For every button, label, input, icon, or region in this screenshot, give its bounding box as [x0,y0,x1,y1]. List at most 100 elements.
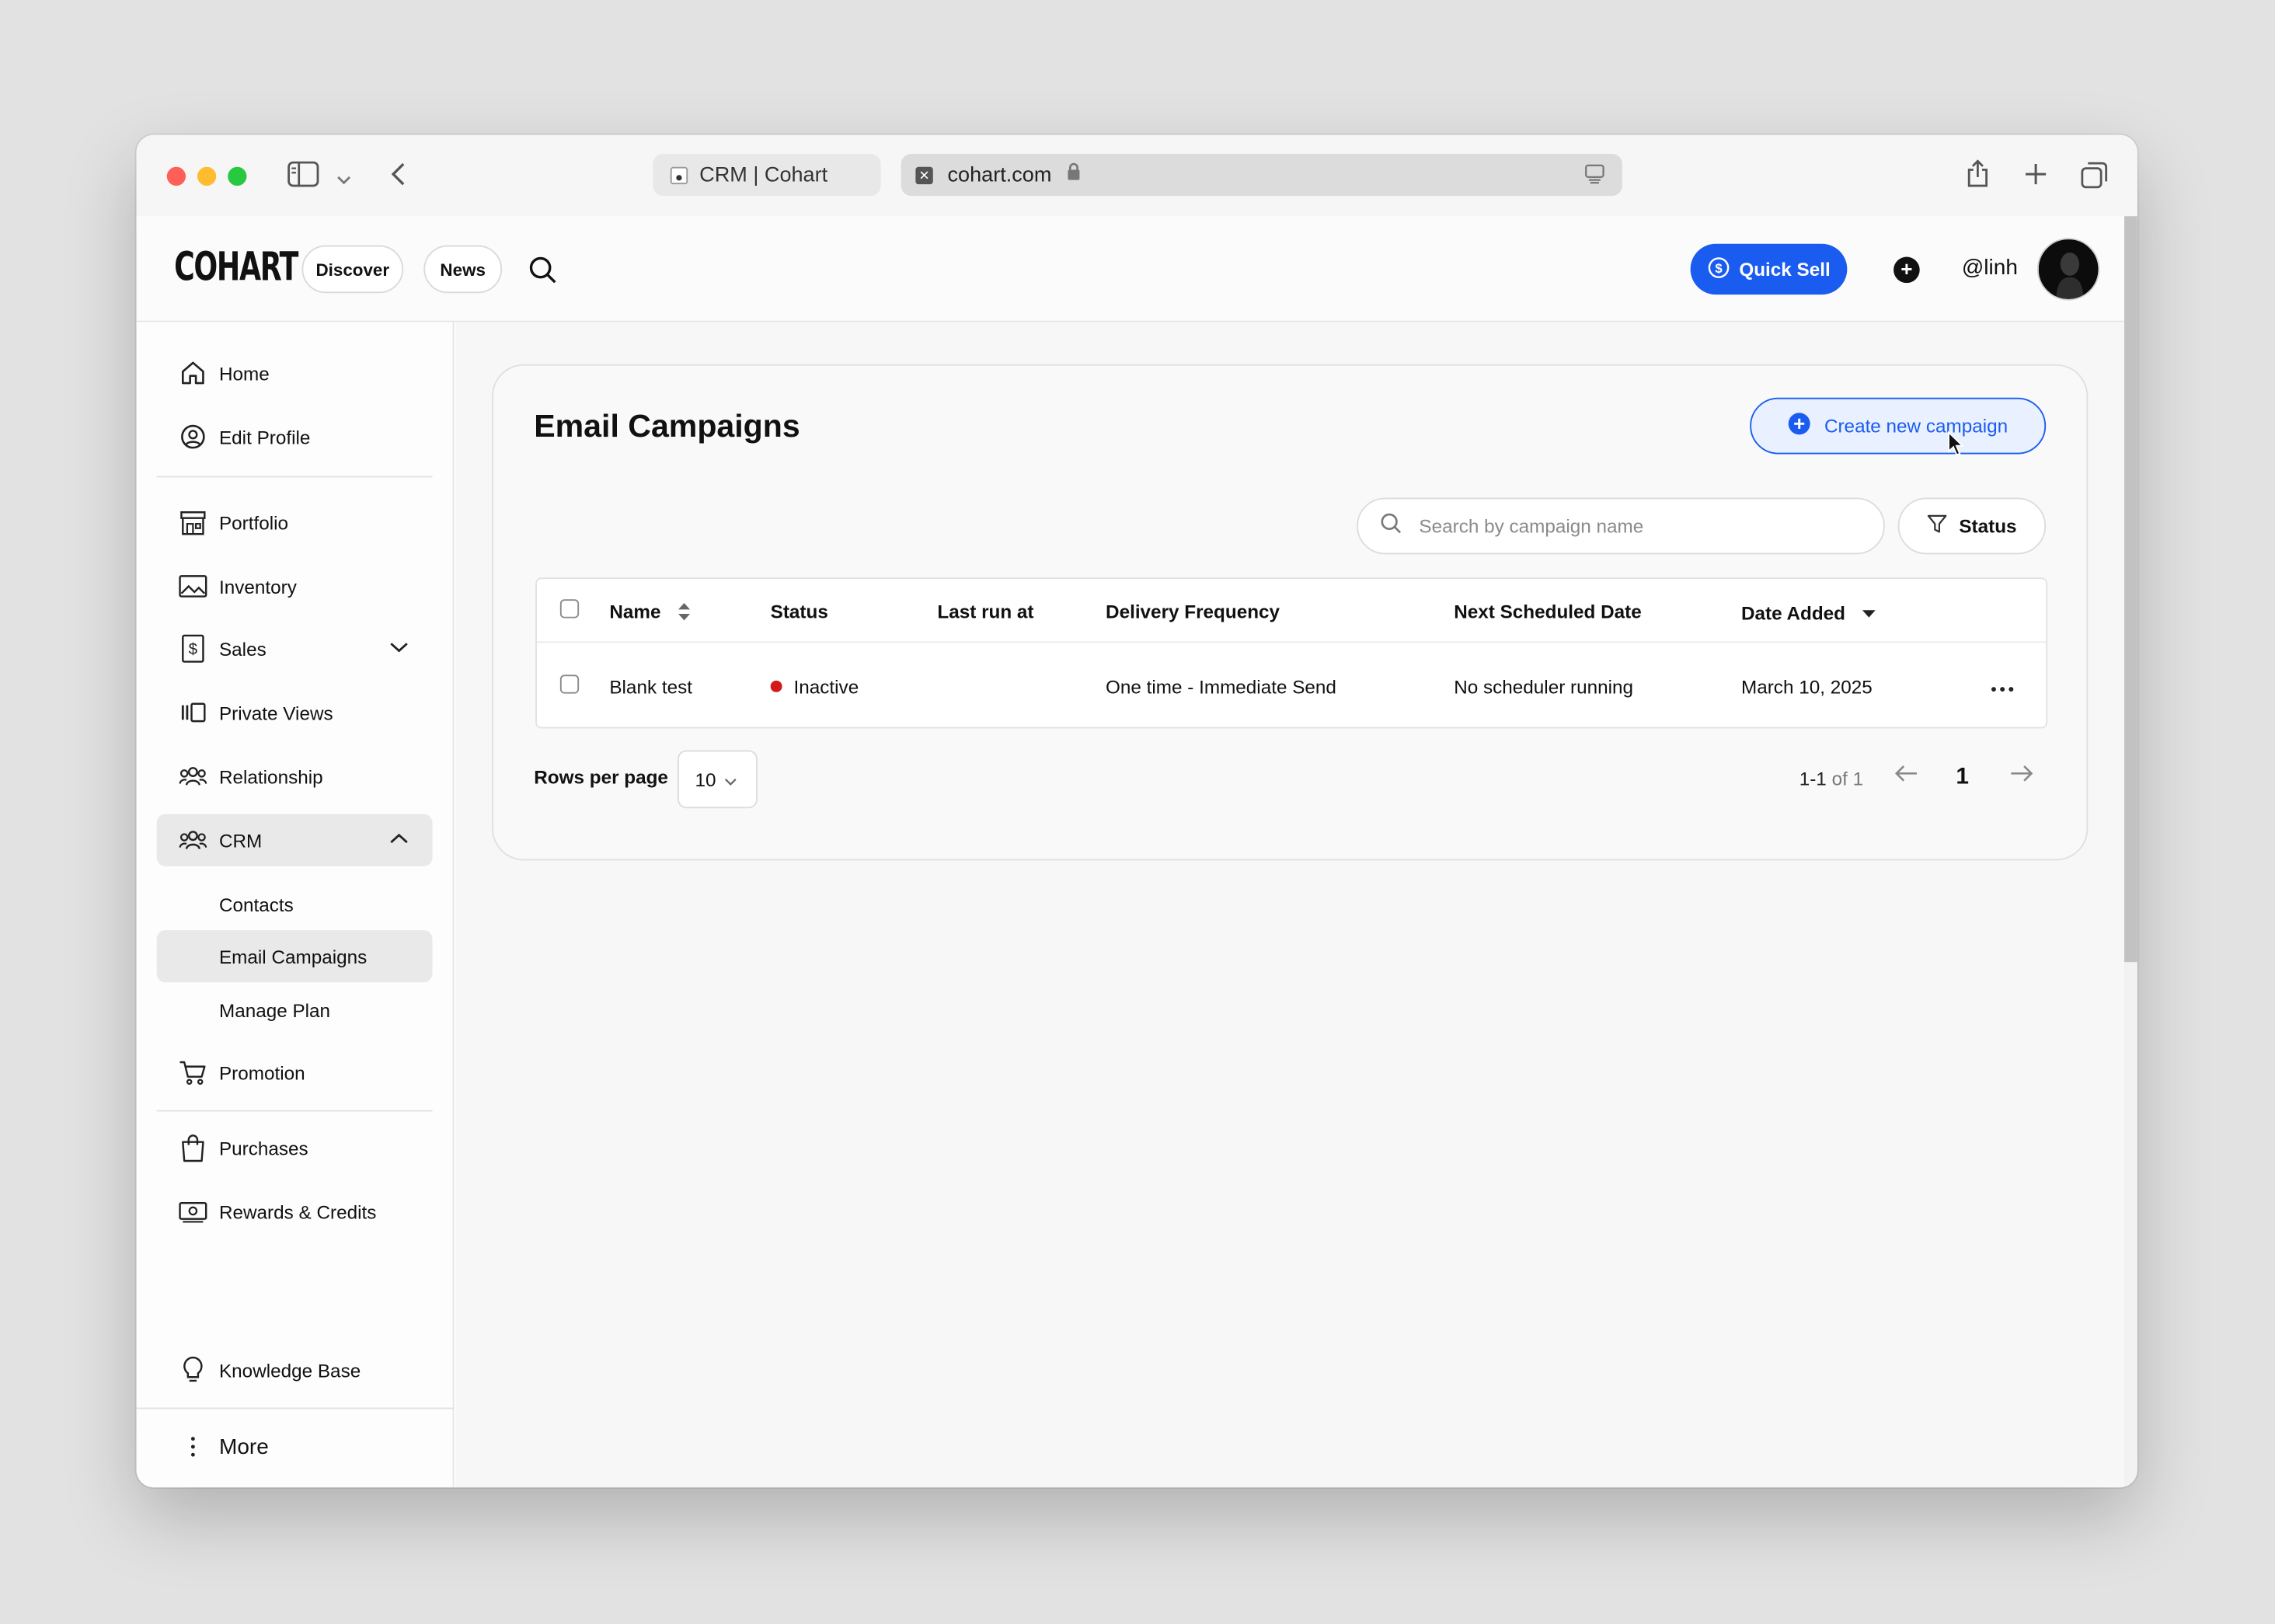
lightbulb-icon [179,1355,207,1384]
scrollbar-thumb[interactable] [2124,216,2137,963]
avatar[interactable] [2036,238,2100,301]
browser-tab[interactable]: ● CRM | Cohart [653,153,881,197]
home-icon [179,358,207,387]
more-vertical-icon [179,1432,207,1461]
previous-page-icon[interactable] [1894,763,1920,790]
search-input[interactable] [1419,514,1840,537]
sidebar-item-label: Promotion [218,1061,305,1084]
column-status-header[interactable]: Status [771,601,828,622]
column-name-header[interactable]: Name [609,601,691,626]
app-header: COHART Discover News $ Quick Sell + @lin… [136,216,2125,322]
status-filter-label: Status [1959,514,2017,537]
shopping-bag-icon [179,1134,207,1162]
sidebar-item-contacts[interactable]: Contacts [157,878,433,930]
current-page-number[interactable]: 1 [1956,765,1969,791]
sidebar-item-sales[interactable]: $ Sales [157,622,433,674]
sidebar-item-manage-plan[interactable]: Manage Plan [157,984,433,1036]
create-campaign-label: Create new campaign [1824,415,2008,437]
rows-per-page-value: 10 [695,768,716,790]
search-icon [1380,511,1402,540]
select-all-checkbox[interactable] [559,599,580,619]
sidebar-item-label: Edit Profile [218,426,311,448]
quick-sell-label: Quick Sell [1739,258,1831,281]
sidebar-item-inventory[interactable]: Inventory [157,560,433,612]
sidebar-divider [156,1110,433,1112]
sidebar-toggle-icon[interactable] [287,161,319,194]
sidebar-divider [136,1407,455,1410]
svg-text:$: $ [1715,260,1723,275]
sidebar-item-label: Inventory [218,575,297,598]
news-button[interactable]: News [423,245,503,294]
chevron-down-icon[interactable] [336,167,351,193]
dollar-circle-icon: $ [1707,256,1729,283]
sidebar-item-email-campaigns[interactable]: Email Campaigns [156,930,433,983]
username[interactable]: @linh [1962,256,2018,281]
column-delivery-header[interactable]: Delivery Frequency [1106,601,1280,622]
sidebar-item-relationship[interactable]: Relationship [157,750,433,802]
sidebar-item-purchases[interactable]: Purchases [157,1122,433,1174]
create-campaign-button[interactable]: Create new campaign [1750,397,2047,455]
sidebar-item-label: More [218,1434,269,1459]
discover-button[interactable]: Discover [301,245,404,294]
row-checkbox[interactable] [559,674,580,694]
image-icon [179,572,207,601]
sidebar-item-label: Rewards & Credits [218,1201,377,1223]
sidebar-item-label: Home [218,361,270,384]
delivery-frequency-value: One time - Immediate Send [1106,676,1336,699]
sidebar-divider [156,476,433,478]
lock-icon [1066,162,1081,187]
column-last-run-header[interactable]: Last run at [937,601,1033,622]
reader-icon[interactable] [1584,164,1604,190]
share-icon[interactable] [1966,159,1989,196]
row-actions-icon[interactable] [1991,669,2014,699]
sidebar: Home Edit Profile Portfolio Inventory $ … [136,322,455,1488]
close-window-button[interactable] [166,166,186,186]
sort-desc-icon[interactable] [1862,601,1877,622]
address-bar[interactable]: ✕ cohart.com [901,153,1622,197]
quick-sell-button[interactable]: $ Quick Sell [1690,243,1848,295]
column-date-added-header[interactable]: Date Added [1741,601,1876,624]
favicon-icon: ● [670,166,688,184]
campaigns-card: Email Campaigns Create new campaign Stat… [492,364,2089,861]
sidebar-item-portfolio[interactable]: Portfolio [157,497,433,549]
add-icon[interactable]: + [1894,256,1920,284]
sidebar-item-knowledge-base[interactable]: Knowledge Base [157,1343,433,1396]
users-group-icon [179,761,207,790]
next-page-icon[interactable] [2008,763,2035,790]
sidebar-item-label: Sales [218,637,267,660]
pagination-range: 1-1 of 1 [1799,768,1863,789]
status-badge: Inactive [770,676,859,698]
chevron-up-icon[interactable] [388,828,409,850]
column-next-scheduled-header[interactable]: Next Scheduled Date [1454,601,1642,622]
chevron-down-icon[interactable] [388,637,409,659]
sidebar-item-private-views[interactable]: Private Views [157,686,433,738]
sort-icon[interactable] [678,602,691,626]
sidebar-item-label: Knowledge Base [218,1358,361,1381]
search-icon[interactable] [528,256,557,292]
sidebar-item-home[interactable]: Home [157,347,433,399]
campaign-search[interactable] [1357,497,1885,555]
address-text: cohart.com [947,163,1052,186]
chevron-down-icon [725,768,738,790]
sidebar-item-promotion[interactable]: Promotion [157,1046,433,1098]
table-header: Name Status Last run at Delivery Frequen… [536,579,2047,643]
status-dot [770,680,782,692]
campaign-name[interactable]: Blank test [609,676,692,698]
sidebar-item-crm[interactable]: CRM [156,814,433,866]
minimize-window-button[interactable] [197,166,217,186]
sidebar-item-label: Portfolio [218,511,289,534]
sidebar-item-more[interactable]: More [157,1420,433,1472]
cart-icon [179,1058,207,1086]
back-arrow-icon[interactable] [388,161,406,194]
status-filter-button[interactable]: Status [1897,497,2047,555]
sidebar-item-label: Private Views [218,701,333,723]
zoom-window-button[interactable] [228,166,247,186]
new-tab-icon[interactable] [2024,162,2047,193]
sidebar-item-rewards-credits[interactable]: Rewards & Credits [157,1186,433,1238]
sidebar-item-edit-profile[interactable]: Edit Profile [157,411,433,463]
tab-overview-icon[interactable] [2081,161,2108,196]
cohart-logo[interactable]: COHART [174,246,298,291]
range-total: of 1 [1831,767,1864,789]
rows-per-page-select[interactable]: 10 [678,750,758,809]
next-scheduled-value: No scheduler running [1454,676,1634,699]
